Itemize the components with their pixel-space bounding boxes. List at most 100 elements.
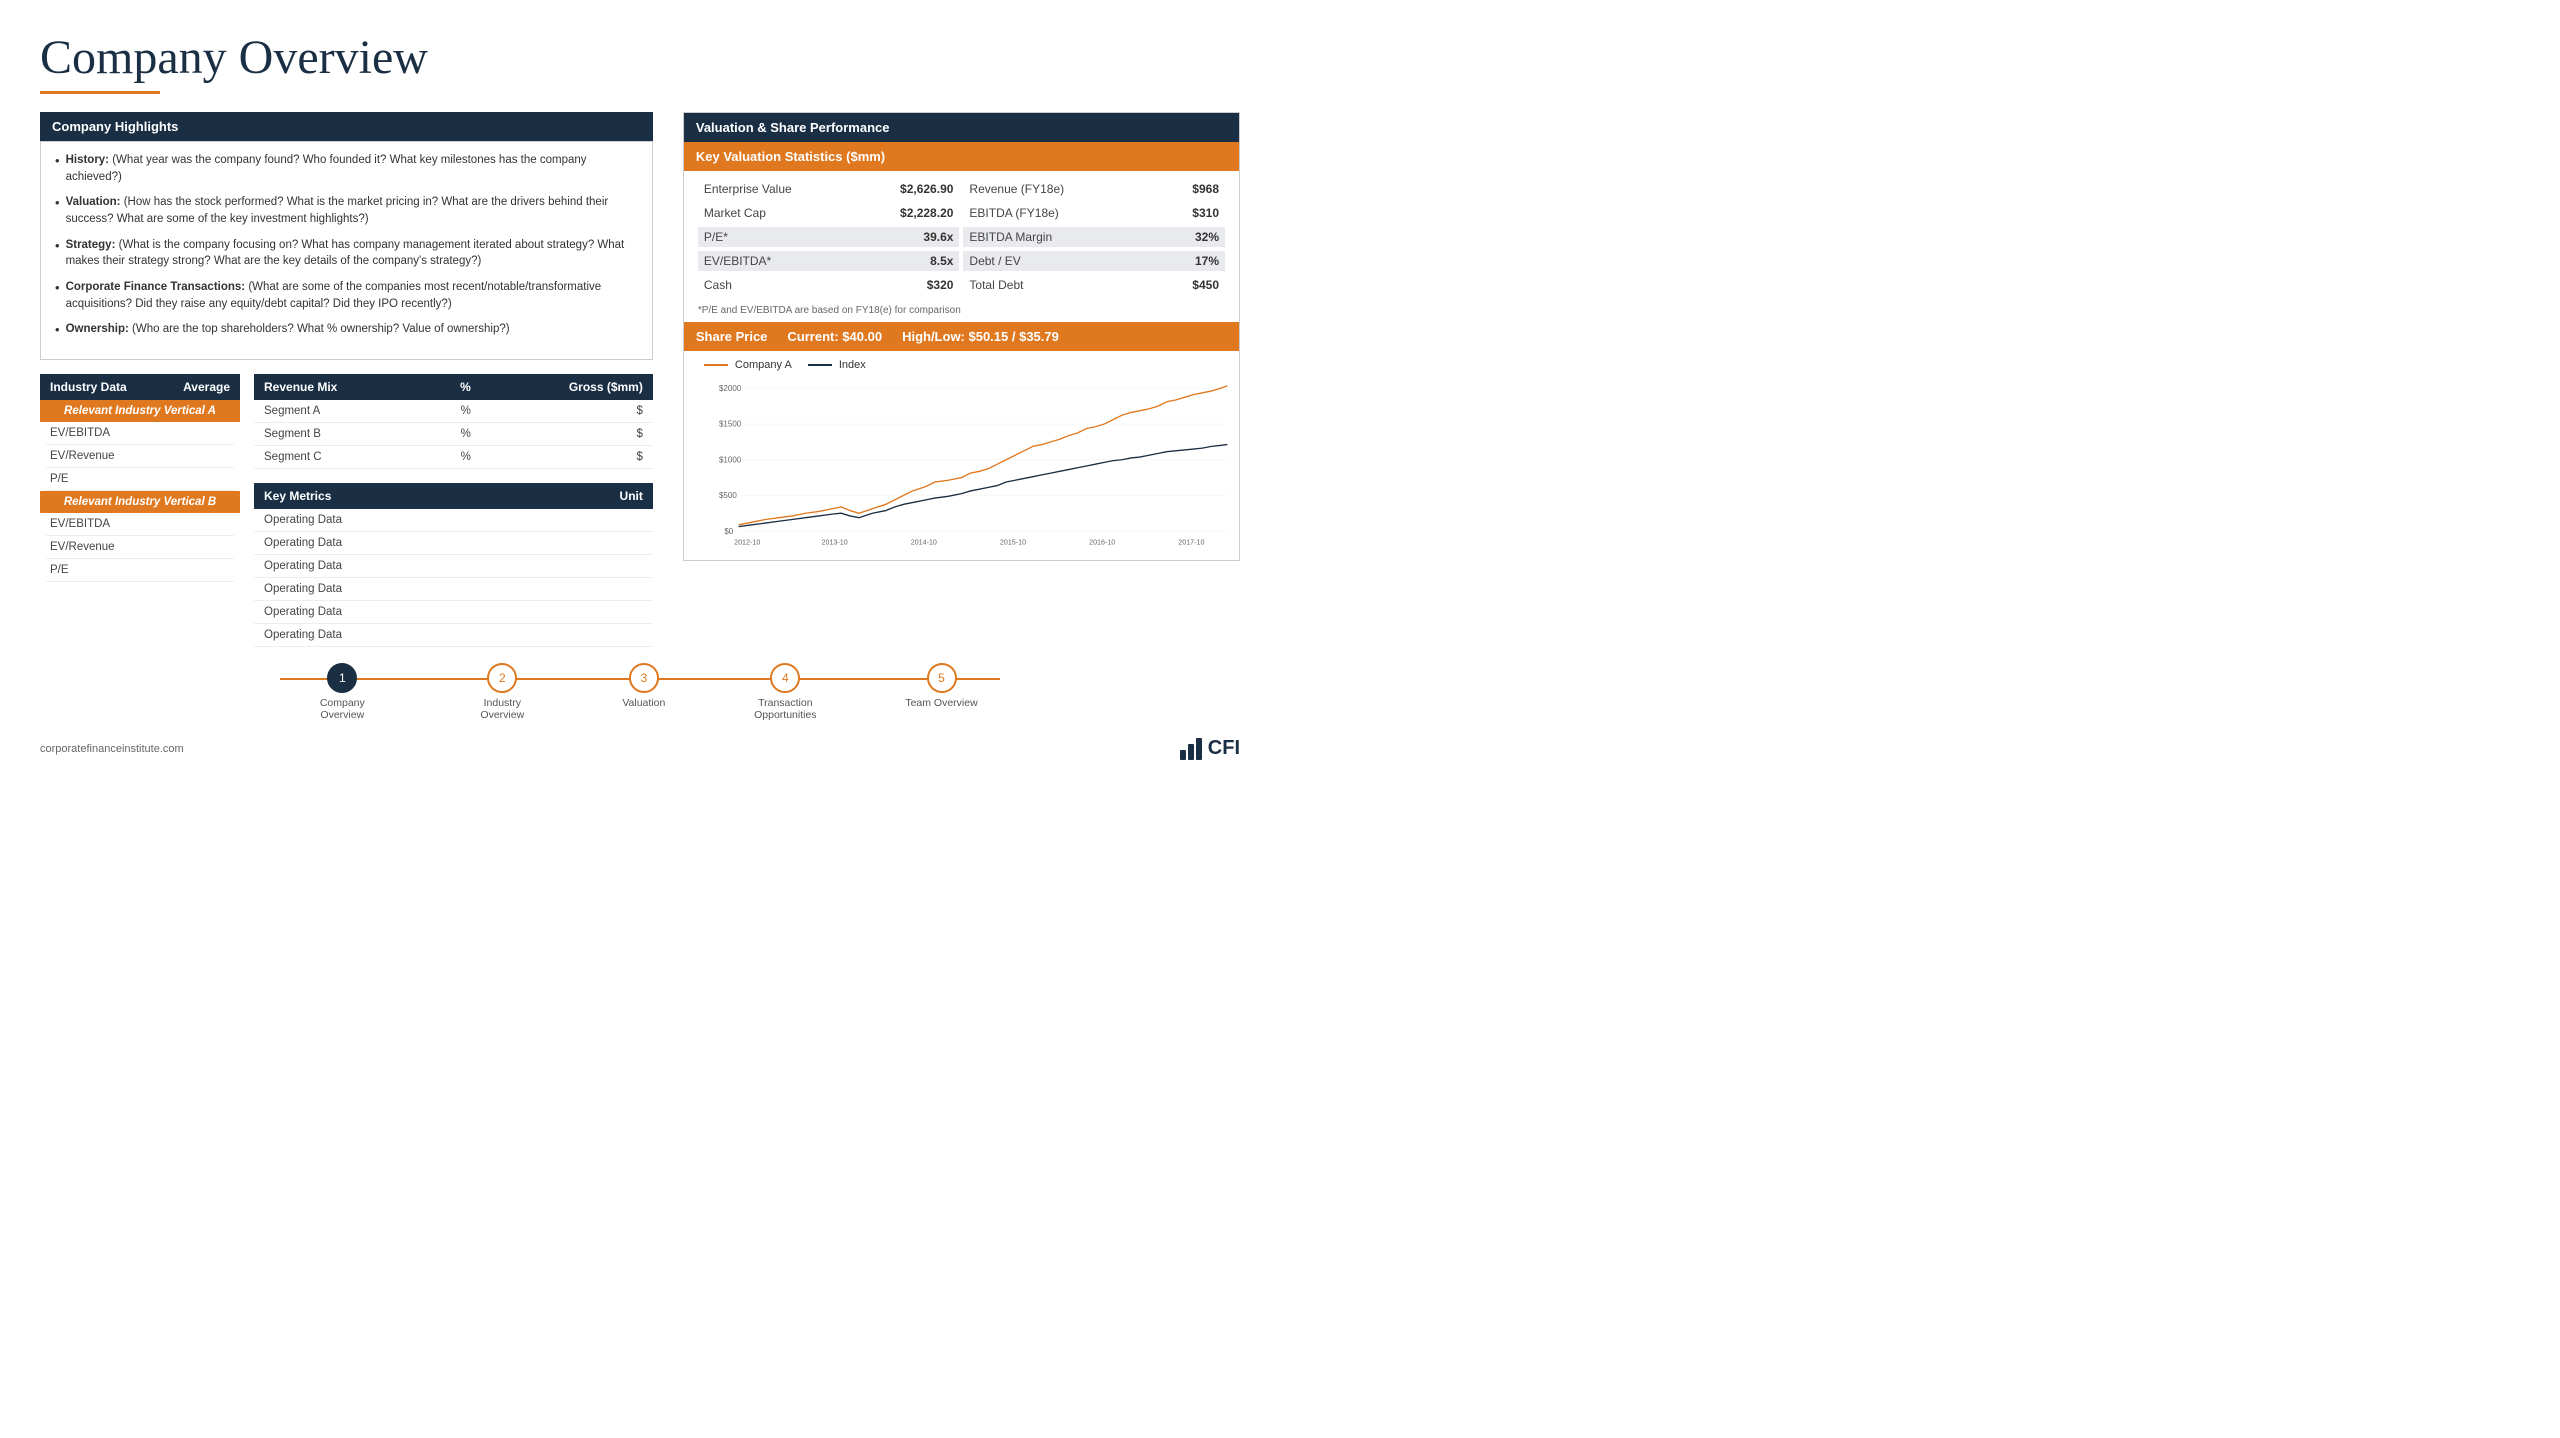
industry-data-table: Industry Data Average Relevant Industry … — [40, 374, 240, 647]
share-price-high-low: High/Low: $50.15 / $35.79 — [902, 329, 1059, 344]
val-value: 39.6x — [923, 230, 953, 244]
highlight-item: •Corporate Finance Transactions: (What a… — [55, 279, 638, 312]
share-price-current: Current: $40.00 — [787, 329, 882, 344]
highlight-text: Valuation: (How has the stock performed?… — [66, 194, 638, 227]
revenue-mix-cell: Segment A — [254, 400, 425, 423]
valuation-row: Enterprise Value$2,626.90 Revenue (FY18e)… — [698, 179, 1225, 199]
val-value2: $968 — [1192, 182, 1219, 196]
revenue-mix-row: Segment C%$ — [254, 446, 653, 469]
revenue-mix-cell: % — [425, 446, 481, 469]
highlight-text: Ownership: (Who are the top shareholders… — [66, 321, 510, 340]
timeline-circle[interactable]: 5 — [927, 663, 957, 693]
svg-text:2014-10: 2014-10 — [911, 538, 937, 546]
cfi-bars-icon — [1180, 738, 1202, 760]
revenue-mix-cell: $ — [481, 423, 653, 446]
legend-company-a: Company A — [704, 359, 792, 371]
key-metrics-row: Operating Data — [254, 555, 653, 578]
key-metrics-cell: Operating Data — [254, 509, 531, 532]
timeline-section: 1 Company Overview 2 Industry Overview 3Valu… — [40, 663, 1240, 721]
timeline-circle[interactable]: 4 — [770, 663, 800, 693]
valuation-row: P/E*39.6xEBITDA Margin32% — [698, 227, 1225, 247]
val-label2: Total Debt — [969, 278, 1023, 292]
bullet-icon: • — [55, 321, 60, 340]
svg-text:2017-10: 2017-10 — [1178, 538, 1204, 546]
title-underline — [40, 91, 160, 94]
val-cell-left: Market Cap$2,228.20 — [698, 203, 960, 223]
industry-row: EV/EBITDA — [46, 422, 234, 445]
revenue-mix-header: Gross ($mm) — [481, 374, 653, 400]
page-title: Company Overview — [40, 30, 1240, 85]
bullet-icon: • — [55, 279, 60, 312]
svg-text:2012-10: 2012-10 — [734, 538, 760, 546]
cfi-logo-text: CFI — [1208, 737, 1240, 760]
industry-data-label: Industry Data — [50, 380, 127, 394]
highlights-box: •History: (What year was the company fou… — [40, 141, 653, 360]
key-metrics-cell — [531, 555, 653, 578]
key-metrics-row: Operating Data — [254, 578, 653, 601]
val-cell-left: P/E*39.6x — [698, 227, 960, 247]
val-cell-left: Cash$320 — [698, 275, 960, 295]
timeline-circle[interactable]: 2 — [487, 663, 517, 693]
val-cell-right: Total Debt $450 — [963, 275, 1225, 295]
timeline-item[interactable]: 2 Industry Overview — [462, 663, 542, 721]
industry-row: P/E — [46, 559, 234, 582]
timeline-label: Company Overview — [302, 697, 382, 721]
val-cell-left: EV/EBITDA*8.5x — [698, 251, 960, 271]
timeline-item[interactable]: 4Transaction Opportunities — [745, 663, 825, 721]
revenue-mix-cell: $ — [481, 446, 653, 469]
key-metrics-header: Key Metrics — [254, 483, 531, 509]
bullet-icon: • — [55, 237, 60, 270]
share-chart-area: Company A Index $2000 $1500 $1000 $500 $… — [684, 351, 1239, 560]
val-label: EV/EBITDA* — [704, 254, 771, 268]
key-metrics-cell — [531, 509, 653, 532]
share-price-chart: $2000 $1500 $1000 $500 $0 201 — [694, 375, 1229, 553]
key-metrics-header: Unit — [531, 483, 653, 509]
key-metrics-row: Operating Data — [254, 532, 653, 555]
timeline-circle[interactable]: 1 — [327, 663, 357, 693]
key-metrics-row: Operating Data — [254, 509, 653, 532]
company-highlights-header: Company Highlights — [40, 112, 653, 141]
highlight-item: •Strategy: (What is the company focusing… — [55, 237, 638, 270]
val-cell-right: EBITDA (FY18e)$310 — [963, 203, 1225, 223]
val-value2: $450 — [1192, 278, 1219, 292]
val-cell-left: Enterprise Value$2,626.90 — [698, 179, 960, 199]
key-metrics-cell — [531, 578, 653, 601]
val-value2: $310 — [1192, 206, 1219, 220]
industry-row: P/E — [46, 468, 234, 491]
key-metrics-cell: Operating Data — [254, 532, 531, 555]
bullet-icon: • — [55, 152, 60, 185]
val-cell-right: EBITDA Margin32% — [963, 227, 1225, 247]
valuation-row: Cash$320 Total Debt $450 — [698, 275, 1225, 295]
val-label: Market Cap — [704, 206, 766, 220]
timeline-item[interactable]: 3Valuation — [622, 663, 665, 709]
valuation-note: *P/E and EV/EBITDA are based on FY18(e) … — [684, 301, 1239, 322]
valuation-row: Market Cap$2,228.20EBITDA (FY18e)$310 — [698, 203, 1225, 223]
legend-index: Index — [808, 359, 866, 371]
timeline-item[interactable]: 1 Company Overview — [302, 663, 382, 721]
industry-data-average: Average — [183, 380, 230, 394]
key-metrics-row: Operating Data — [254, 601, 653, 624]
timeline-label: Industry Overview — [462, 697, 542, 721]
val-value2: 17% — [1195, 254, 1219, 268]
revenue-mix-cell: % — [425, 423, 481, 446]
industry-vertical-a: Relevant Industry Vertical A — [40, 400, 240, 422]
val-label2: Revenue (FY18e) — [969, 182, 1064, 196]
revenue-mix-row: Segment B%$ — [254, 423, 653, 446]
key-metrics-cell: Operating Data — [254, 578, 531, 601]
bullet-icon: • — [55, 194, 60, 227]
valuation-row: EV/EBITDA*8.5xDebt / EV17% — [698, 251, 1225, 271]
highlight-text: Strategy: (What is the company focusing … — [66, 237, 638, 270]
revenue-mix-header: % — [425, 374, 481, 400]
cfi-logo: CFI — [1180, 737, 1240, 760]
footer: corporatefinanceinstitute.com CFI — [40, 731, 1240, 760]
timeline-circle[interactable]: 3 — [629, 663, 659, 693]
share-price-header: Share Price Current: $40.00 High/Low: $5… — [684, 322, 1239, 351]
highlight-item: •Valuation: (How has the stock performed… — [55, 194, 638, 227]
val-value: $320 — [927, 278, 954, 292]
industry-vertical-b: Relevant Industry Vertical B — [40, 491, 240, 513]
highlight-text: Corporate Finance Transactions: (What ar… — [66, 279, 638, 312]
val-value2: 32% — [1195, 230, 1219, 244]
svg-text:$0: $0 — [724, 527, 733, 536]
timeline-item[interactable]: 5Team Overview — [905, 663, 977, 709]
revenue-mix-table: Revenue Mix%Gross ($mm) Segment A%$Segme… — [254, 374, 653, 469]
